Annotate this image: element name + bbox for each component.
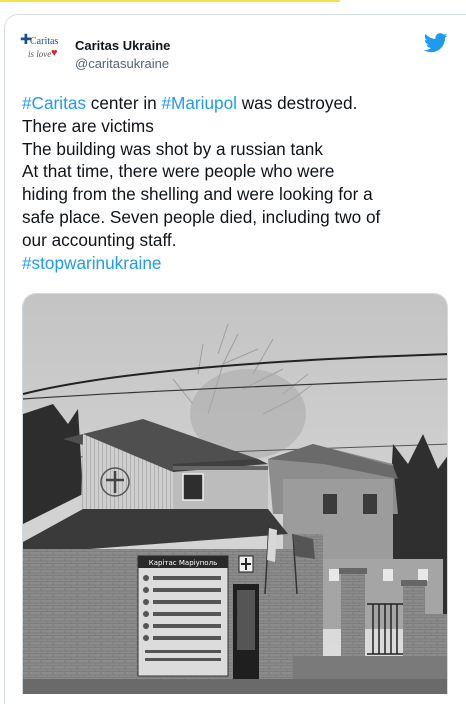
avatar-logo-word: Caritas bbox=[30, 36, 59, 47]
author-handle[interactable]: @caritasukraine bbox=[75, 56, 169, 71]
avatar-logo-tagline: is love bbox=[28, 49, 52, 59]
top-strip bbox=[0, 0, 466, 4]
tweet-line: #Caritas center in #Mariupol was destroy… bbox=[22, 92, 452, 115]
highlight-bar bbox=[0, 0, 340, 2]
tweet-photo[interactable]: Карітас Маріуполь bbox=[22, 293, 448, 694]
tweet-text-segment: center in bbox=[86, 93, 162, 113]
hashtag-link[interactable]: #stopwarinukraine bbox=[22, 253, 162, 273]
tweet-line: #stopwarinukraine bbox=[22, 252, 452, 275]
hashtag-link[interactable]: #Caritas bbox=[22, 93, 86, 113]
tweet-text-segment: was destroyed. bbox=[236, 93, 358, 113]
twitter-bird-icon[interactable] bbox=[423, 32, 448, 54]
tweet-line: There are victims bbox=[22, 115, 154, 136]
hashtag-link[interactable]: #Mariupol bbox=[161, 93, 236, 113]
tweet-text: #Caritas center in #Mariupol was destroy… bbox=[22, 92, 452, 274]
avatar[interactable]: ✚ Caritas is love ♥ bbox=[18, 24, 66, 68]
heart-icon: ♥ bbox=[51, 47, 58, 59]
tweet-line: hiding from the shelling and were lookin… bbox=[22, 184, 373, 205]
building-photo: Карітас Маріуполь bbox=[23, 294, 447, 694]
tweet-line: our accounting staff. bbox=[22, 229, 177, 250]
author-name[interactable]: Caritas Ukraine bbox=[75, 38, 170, 53]
tweet-line: safe place. Seven people died, including… bbox=[22, 206, 381, 227]
tweet-line: The building was shot by a russian tank bbox=[22, 138, 323, 159]
sign-title: Карітас Маріуполь bbox=[149, 559, 217, 567]
tweet-line: At that time, there were people who were bbox=[22, 161, 335, 182]
